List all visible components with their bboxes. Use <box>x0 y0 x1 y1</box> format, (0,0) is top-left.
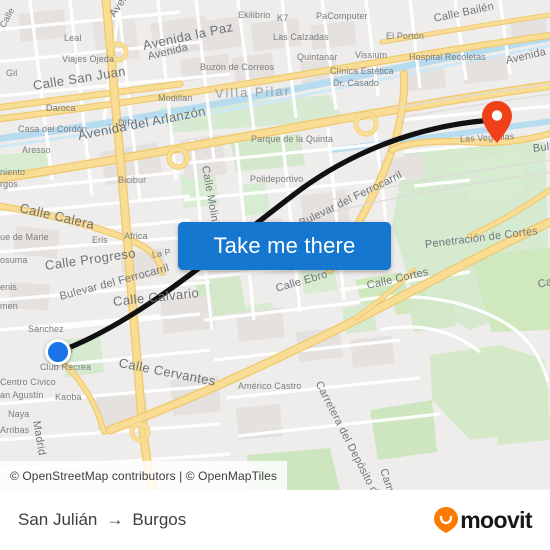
trip-destination: Burgos <box>132 510 187 529</box>
take-me-there-label: Take me there <box>213 233 356 258</box>
arrow-right-icon: → <box>106 510 124 529</box>
moovit-logo[interactable]: moovit <box>434 506 533 534</box>
attribution-text: © OpenStreetMap contributors | © OpenMap… <box>10 468 277 483</box>
trip-summary: San Julián → Burgos <box>18 510 186 530</box>
destination-marker[interactable] <box>482 101 512 143</box>
footer-bar: San Julián → Burgos moovit <box>0 490 550 550</box>
moovit-route-screenshot: Calle Gil Leal Viajes Ojeda Calle San Juan Da… <box>0 0 550 550</box>
trip-origin: San Julián <box>18 510 98 529</box>
moovit-wordmark: moovit <box>460 506 532 533</box>
map-canvas[interactable]: Calle Gil Leal Viajes Ojeda Calle San Juan Da… <box>0 0 550 490</box>
moovit-pin-icon <box>434 507 459 533</box>
origin-marker[interactable] <box>45 339 71 365</box>
take-me-there-button[interactable]: Take me there <box>178 222 391 270</box>
map-pin-icon <box>482 101 512 143</box>
map-attribution[interactable]: © OpenStreetMap contributors | © OpenMap… <box>0 461 287 490</box>
